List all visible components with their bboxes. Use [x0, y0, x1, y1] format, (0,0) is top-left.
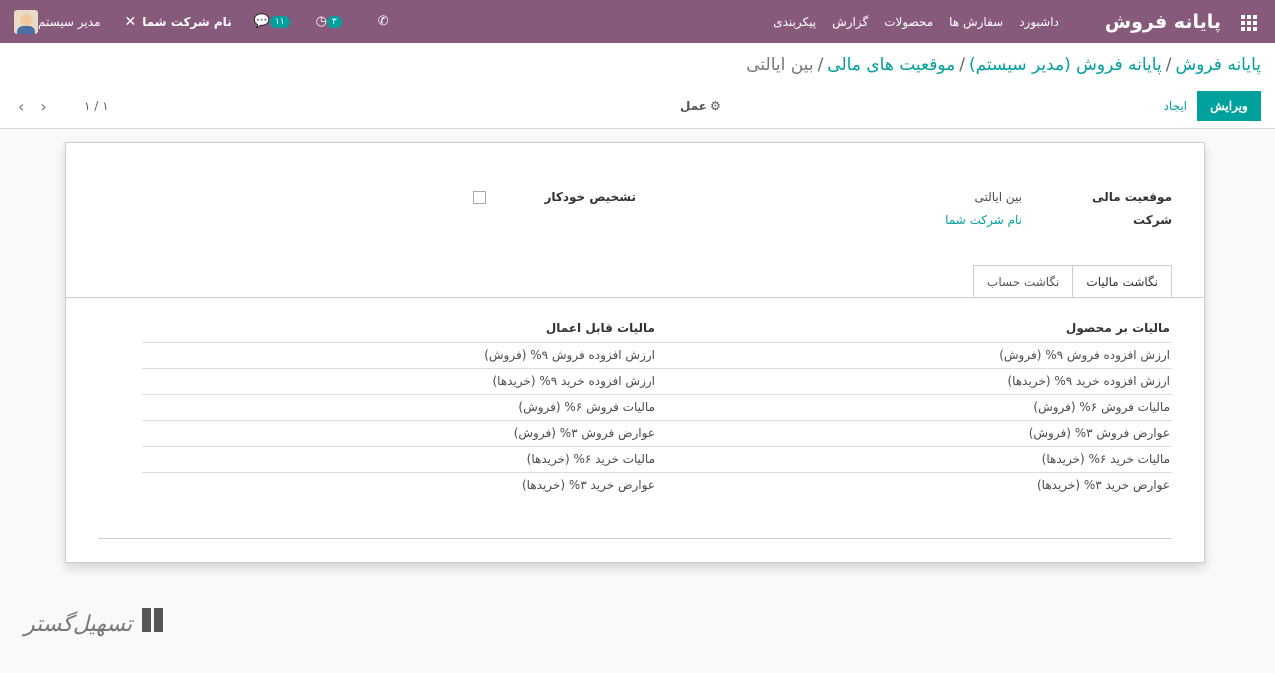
breadcrumb: پایانه فروش/پایانه فروش (مدیر سیستم)/موق…: [746, 55, 1261, 75]
table-row[interactable]: مالیات فروش ۶% (فروش) مالیات فروش ۶% (فر…: [142, 394, 1172, 421]
form-sheet: موقعیت مالی بین ایالتی شرکت نام شرکت شما…: [65, 142, 1205, 563]
applied-tax-cell: مالیات خرید ۶% (خریدها): [142, 446, 657, 473]
table-row[interactable]: ارزش افزوده فروش ۹% (فروش) ارزش افزوده ف…: [142, 342, 1172, 369]
tax-mapping-table: مالیات بر محصول مالیات قابل اعمال ارزش ا…: [142, 315, 1172, 498]
messages-badge: ۱۱: [269, 15, 290, 28]
product-tax-cell: عوارض خرید ۳% (خریدها): [1036, 478, 1170, 493]
watermark-logo: تسهیل‌گستر: [24, 604, 168, 644]
watermark-text: تسهیل‌گستر: [24, 611, 133, 637]
menu-item-orders[interactable]: سفارش ها: [941, 15, 1011, 29]
chevron-left-icon[interactable]: ‹: [18, 97, 24, 116]
action-menu[interactable]: عمل ⚙: [680, 91, 721, 121]
action-label: عمل: [680, 99, 707, 113]
table-row[interactable]: ارزش افزوده خرید ۹% (خریدها) ارزش افزوده…: [142, 368, 1172, 395]
edit-button[interactable]: ویرایش: [1197, 91, 1261, 121]
applied-tax-cell: عوارض خرید ۳% (خریدها): [521, 478, 655, 493]
company-switcher[interactable]: ✕ نام شرکت شما: [125, 14, 232, 30]
phone-icon[interactable]: ✆: [378, 14, 389, 29]
breadcrumb-separator: /: [959, 55, 965, 75]
menu-item-reporting[interactable]: گزارش: [824, 15, 876, 29]
main-menu: داشبورد سفارش ها محصولات گزارش پیکربندی: [765, 15, 1067, 29]
product-tax-cell: مالیات خرید ۶% (خریدها): [657, 446, 1172, 473]
auto-detect-label: تشخیص خودکار: [544, 190, 636, 204]
messaging-menu[interactable]: 💬 ۱۱: [254, 14, 292, 29]
company-link[interactable]: نام شرکت شما: [945, 213, 1022, 227]
notebook-tabs: نگاشت مالیات نگاشت حساب: [973, 265, 1172, 298]
table-header-row: مالیات بر محصول مالیات قابل اعمال: [142, 315, 1172, 343]
breadcrumb-current: بین ایالتی: [746, 55, 814, 75]
applied-tax-cell: مالیات فروش ۶% (فروش): [142, 394, 657, 421]
fiscal-position-label: موقعیت مالی: [1092, 190, 1172, 204]
user-name: مدیر سیستم: [38, 14, 101, 29]
tab-tax-mapping[interactable]: نگاشت مالیات: [1072, 265, 1172, 298]
auto-detect-checkbox[interactable]: [473, 191, 486, 204]
gear-icon: ⚙: [709, 99, 721, 113]
chat-icon: 💬: [253, 14, 270, 29]
create-button[interactable]: ایجاد: [1164, 91, 1187, 121]
chevron-right-icon[interactable]: ›: [40, 97, 46, 116]
control-panel: پایانه فروش/پایانه فروش (مدیر سیستم)/موق…: [0, 43, 1275, 129]
user-menu[interactable]: مدیر سیستم: [8, 9, 101, 34]
breadcrumb-item-pos[interactable]: پایانه فروش: [1175, 55, 1261, 75]
app-brand[interactable]: پایانه فروش: [1105, 11, 1221, 33]
avatar: [14, 9, 38, 34]
pager-value[interactable]: ۱ / ۱: [84, 91, 109, 121]
navbar-right: پایانه فروش داشبورد سفارش ها محصولات گزا…: [765, 0, 1275, 43]
breadcrumb-item-fiscal-positions[interactable]: موقعیت های مالی: [827, 55, 955, 75]
tools-icon: ✕: [124, 13, 137, 30]
navbar-left: مدیر سیستم ✕ نام شرکت شما 💬 ۱۱ ◷ ۳ ✆: [8, 0, 389, 43]
pager-arrows: ‹ ›: [18, 91, 63, 121]
menu-item-products[interactable]: محصولات: [876, 15, 941, 29]
fiscal-position-value: بین ایالتی: [974, 190, 1022, 204]
table-row[interactable]: عوارض خرید ۳% (خریدها) عوارض خرید ۳% (خر…: [142, 472, 1172, 498]
applied-tax-cell: ارزش افزوده خرید ۹% (خریدها): [142, 368, 657, 395]
product-tax-cell: مالیات فروش ۶% (فروش): [657, 394, 1172, 421]
applied-tax-cell: ارزش افزوده فروش ۹% (فروش): [142, 342, 657, 369]
activities-badge: ۳: [326, 15, 342, 28]
breadcrumb-separator: /: [1165, 55, 1172, 75]
tabs-divider: [66, 297, 1204, 298]
breadcrumb-separator: /: [817, 55, 824, 75]
clock-icon: ◷: [315, 14, 327, 29]
table-row[interactable]: مالیات خرید ۶% (خریدها) مالیات خرید ۶% (…: [142, 446, 1172, 473]
header-applied-tax[interactable]: مالیات قابل اعمال: [142, 315, 657, 343]
breadcrumb-item-pos-admin[interactable]: پایانه فروش (مدیر سیستم): [969, 55, 1162, 75]
company-name: نام شرکت شما: [142, 14, 232, 29]
top-navbar: پایانه فروش داشبورد سفارش ها محصولات گزا…: [0, 0, 1275, 43]
menu-item-configuration[interactable]: پیکربندی: [765, 15, 824, 29]
tab-account-mapping[interactable]: نگاشت حساب: [973, 265, 1073, 298]
header-product-tax[interactable]: مالیات بر محصول: [657, 315, 1172, 343]
company-label: شرکت: [1133, 213, 1172, 227]
applied-tax-cell: عوارض فروش ۳% (فروش): [142, 420, 657, 447]
product-tax-cell: ارزش افزوده فروش ۹% (فروش): [657, 342, 1172, 369]
watermark-mark-icon: [138, 604, 168, 644]
menu-item-dashboard[interactable]: داشبورد: [1011, 15, 1067, 29]
product-tax-cell: عوارض فروش ۳% (فروش): [657, 420, 1172, 447]
table-row[interactable]: عوارض فروش ۳% (فروش) عوارض فروش ۳% (فروش…: [142, 420, 1172, 447]
activities-menu[interactable]: ◷ ۳: [316, 14, 344, 29]
product-tax-cell: ارزش افزوده خرید ۹% (خریدها): [657, 368, 1172, 395]
apps-menu-icon[interactable]: [1239, 14, 1257, 31]
sheet-divider: [98, 538, 1172, 539]
